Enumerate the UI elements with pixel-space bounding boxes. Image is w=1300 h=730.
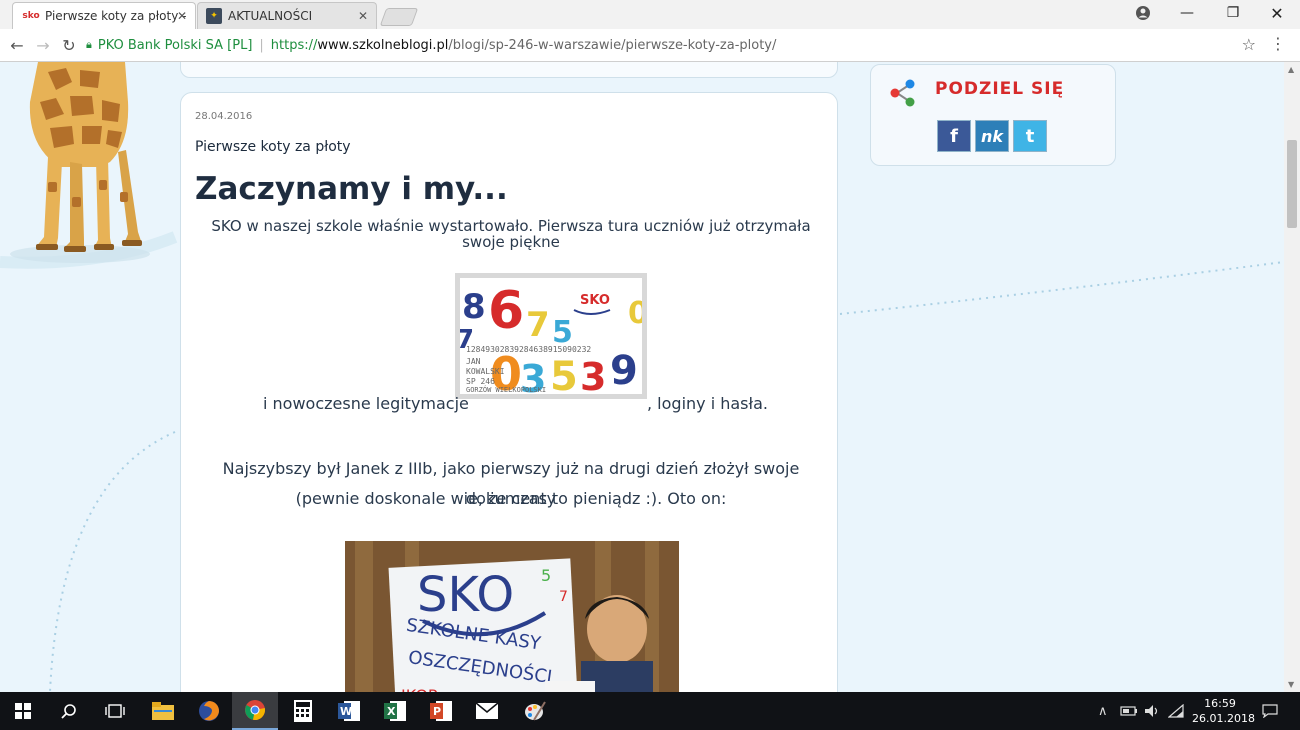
url-path: /blogi/sp-246-w-warszawie/pierwsze-koty-… [448,37,777,53]
student-photo-graphic: SKO SZKOLNE KASY OSZCZĘDNOŚCI 5 7 JKOP [345,541,679,692]
minimize-icon[interactable]: — [1170,3,1204,23]
svg-text:X: X [387,705,396,718]
close-tab-icon[interactable]: ✕ [358,9,368,23]
sko-icon: sko [22,11,40,21]
facebook-icon: f [950,125,958,147]
url-host: www.szkolneblogi.pl [317,37,449,53]
page-content: 28.04.2016 Pierwsze koty za płoty Zaczyn… [0,62,1284,692]
volume-icon[interactable] [1144,692,1160,730]
search-icon[interactable] [46,692,92,730]
post-title[interactable]: Pierwsze koty za płoty [195,139,351,155]
nk-share-button[interactable]: nk [975,120,1009,152]
svg-text:SP 246: SP 246 [466,377,495,386]
lock-icon: 🔒︎ [86,38,92,51]
clock-date: 26.01.2018 [1192,712,1255,725]
show-hidden-icons[interactable]: ∧ [1098,692,1108,730]
action-center-icon[interactable] [1262,692,1278,730]
url-protocol: https:// [270,37,318,53]
twitter-share-button[interactable]: t [1013,120,1047,152]
clock-time: 16:59 [1204,697,1236,710]
reload-icon[interactable]: ↻ [58,34,80,56]
mail-icon[interactable] [464,692,510,730]
chrome-icon[interactable] [232,692,278,730]
svg-text:GORZÓW WIELKOPOLSKI: GORZÓW WIELKOPOLSKI [466,385,546,394]
restore-icon[interactable]: ❐ [1216,3,1250,23]
twitter-icon: t [1025,125,1035,147]
nk-icon: nk [980,126,1004,146]
tab-strip: sko Pierwsze koty za płoty - ✕ ✦ AKTUALN… [0,0,1300,29]
scrollbar-thumb[interactable] [1287,140,1297,228]
excel-icon[interactable]: X [372,692,418,730]
sko-card-graphic: 8 6 7 5 0 7 0 3 5 3 9 SKO 12849302839284… [460,281,642,394]
intro-line-2: swoje piękne [462,233,560,251]
tab-title: AKTUALNOŚCI [228,9,313,23]
security-label: PKO Bank Polski SA [PL] [97,37,253,53]
word-icon[interactable]: W [326,692,372,730]
close-window-icon[interactable]: ✕ [1260,3,1294,23]
calculator-icon[interactable] [280,692,326,730]
address-bar[interactable]: 🔒︎ PKO Bank Polski SA [PL] | https:// ww… [86,33,1266,57]
scroll-down-icon[interactable]: ▼ [1288,680,1294,689]
facebook-share-button[interactable]: f [937,120,971,152]
browser-toolbar: ← → ↻ 🔒︎ PKO Bank Polski SA [PL] | https… [0,29,1300,62]
new-tab-button[interactable] [379,8,419,26]
share-title: PODZIEL SIĘ [935,79,1064,99]
card-prefix-text: i nowoczesne legitymacje [263,394,469,413]
svg-text:0: 0 [628,296,642,331]
svg-text:JAN: JAN [466,357,481,366]
menu-icon[interactable]: ⋮ [1270,34,1286,53]
powerpoint-icon[interactable]: P [418,692,464,730]
close-tab-icon[interactable]: ✕ [177,9,187,23]
tab-pierwsze-koty[interactable]: sko Pierwsze koty za płoty - ✕ [12,2,196,29]
wifi-icon[interactable] [1168,692,1184,730]
firefox-icon[interactable] [186,692,232,730]
post-heading: Zaczynamy i my... [195,171,508,207]
intro-line-1: SKO w naszej szkole właśnie wystartowało… [211,217,811,235]
share-box: PODZIEL SIĘ f nk t [870,64,1116,166]
bookmark-star-icon[interactable]: ☆ [1242,35,1256,54]
forward-icon[interactable]: → [32,34,54,56]
file-explorer-icon[interactable] [140,692,186,730]
paint-icon[interactable] [512,692,558,730]
share-icon [890,79,915,107]
blog-post: 28.04.2016 Pierwsze koty za płoty Zaczyn… [180,92,838,692]
tab-aktualnosci[interactable]: ✦ AKTUALNOŚCI ✕ [197,2,377,29]
svg-text:12849302839284638915090232: 12849302839284638915090232 [466,345,591,354]
windows-taskbar: W X P ∧ 16:59 26.01.2018 [0,692,1300,730]
svg-text:KOWALSKI: KOWALSKI [466,367,505,376]
separator: | [259,37,264,53]
back-icon[interactable]: ← [6,34,28,56]
tab-title: Pierwsze koty za płoty - [45,9,187,23]
clock[interactable]: 16:59 26.01.2018 [1192,696,1255,726]
skladak-icon: ✦ [206,8,222,24]
page-scrollbar[interactable]: ▲ ▼ [1284,62,1300,692]
svg-text:W: W [340,705,352,718]
previous-post-card [180,62,838,78]
svg-text:9: 9 [610,348,638,394]
svg-text:5: 5 [541,566,551,585]
battery-icon[interactable] [1120,692,1138,730]
svg-text:SKO: SKO [417,567,514,623]
para2-line-2: (pewnie doskonale wie, że czas to pienią… [295,489,727,508]
svg-text:P: P [433,705,441,718]
svg-text:3: 3 [580,355,606,394]
svg-text:SKO: SKO [580,293,610,308]
svg-text:6: 6 [488,281,524,341]
share-title-text: PODZIEL SIĘ [935,79,1065,99]
svg-text:7: 7 [526,305,550,345]
svg-text:8: 8 [462,287,486,327]
task-view-icon[interactable] [92,692,138,730]
windows-start-icon[interactable] [0,692,46,730]
svg-text:5: 5 [550,354,578,394]
post-date: 28.04.2016 [195,111,253,122]
scroll-up-icon[interactable]: ▲ [1288,65,1294,74]
sko-card-image: 8 6 7 5 0 7 0 3 5 3 9 SKO 12849302839284… [455,273,647,399]
profile-icon[interactable] [1126,3,1160,23]
card-suffix-text: , loginy i hasła. [647,394,768,413]
giraffe-illustration [10,62,150,263]
svg-text:7: 7 [559,589,568,605]
student-photo: SKO SZKOLNE KASY OSZCZĘDNOŚCI 5 7 JKOP [345,541,679,692]
